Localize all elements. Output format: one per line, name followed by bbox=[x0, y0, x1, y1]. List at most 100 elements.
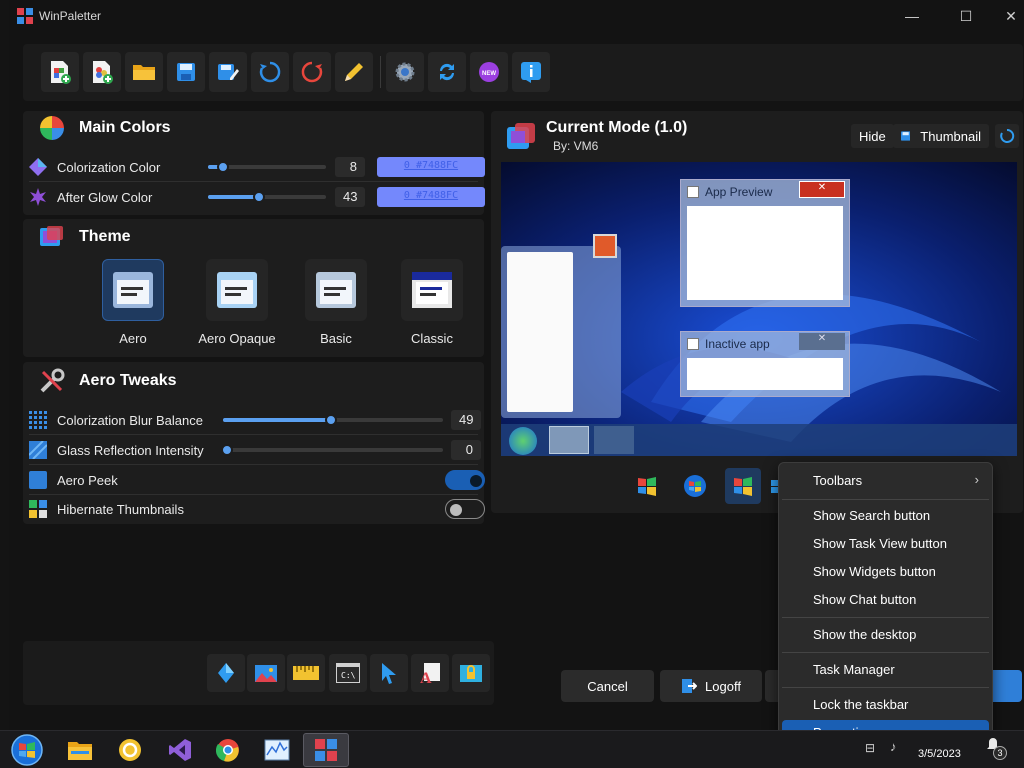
preview-start-orb-icon bbox=[509, 427, 537, 455]
theme-label-basic: Basic bbox=[320, 331, 352, 346]
logoff-icon bbox=[682, 679, 698, 693]
blur-slider-fill bbox=[223, 418, 331, 422]
aero-peek-toggle-knob bbox=[470, 475, 482, 487]
restore-button[interactable] bbox=[293, 52, 331, 92]
edit-button[interactable] bbox=[335, 52, 373, 92]
menu-item-show-desktop[interactable]: Show the desktop bbox=[782, 622, 989, 648]
save-button[interactable] bbox=[167, 52, 205, 92]
taskbar-visual-studio[interactable] bbox=[162, 733, 198, 767]
taskbar-winpaletter-active[interactable] bbox=[303, 733, 349, 767]
about-button[interactable] bbox=[512, 52, 550, 92]
performance-monitor-icon bbox=[264, 739, 290, 761]
minimize-button[interactable]: — bbox=[892, 4, 932, 28]
theme-option-aero-opaque[interactable] bbox=[206, 259, 268, 321]
save-as-button[interactable] bbox=[209, 52, 247, 92]
notification-count-badge: 3 bbox=[993, 746, 1007, 760]
bottom-tools-bar: C:\ A bbox=[23, 641, 494, 705]
network-icon[interactable]: ⊟ bbox=[865, 741, 875, 755]
theme-option-aero[interactable] bbox=[102, 259, 164, 321]
wallpaper-button[interactable] bbox=[247, 654, 285, 692]
fonts-button[interactable]: A bbox=[411, 654, 449, 692]
notifications-button[interactable]: 3 bbox=[986, 737, 1008, 761]
color-wheel-icon bbox=[40, 116, 64, 140]
hide-button[interactable]: Hide bbox=[851, 124, 894, 148]
colorization-color-picker[interactable]: 0 #7488FC bbox=[377, 157, 485, 177]
open-button[interactable] bbox=[125, 52, 163, 92]
blur-balance-value[interactable]: 49 bbox=[451, 410, 481, 430]
blur-slider-thumb[interactable] bbox=[324, 414, 337, 426]
sync-icon bbox=[439, 63, 455, 81]
aero-peek-row: Aero Peek bbox=[23, 466, 485, 494]
menu-item-show-search[interactable]: Show Search button bbox=[782, 503, 989, 529]
logoff-button[interactable]: Logoff bbox=[660, 670, 762, 702]
taskbar-performance-monitor[interactable] bbox=[259, 733, 295, 767]
afterglow-slider[interactable] bbox=[208, 191, 326, 203]
preview-refresh-button[interactable] bbox=[995, 124, 1019, 148]
svg-text:NEW: NEW bbox=[482, 71, 496, 77]
taskbar-norton[interactable] bbox=[112, 733, 148, 767]
start-orb-win7[interactable] bbox=[677, 468, 713, 504]
inactive-close-icon: ✕ bbox=[799, 333, 845, 350]
start-orb-win-xp[interactable] bbox=[629, 468, 665, 504]
reflection-slider-thumb[interactable] bbox=[221, 444, 234, 456]
menu-item-show-chat[interactable]: Show Chat button bbox=[782, 587, 989, 613]
thumbnail-button[interactable]: Thumbnail bbox=[893, 124, 989, 148]
menu-toolbars-label: Toolbars bbox=[813, 473, 863, 488]
sync-button[interactable] bbox=[428, 52, 466, 92]
glass-reflection-value[interactable]: 0 bbox=[451, 440, 481, 460]
cursors-button[interactable] bbox=[370, 654, 408, 692]
refresh-button[interactable] bbox=[251, 52, 289, 92]
command-prompt-button[interactable]: C:\ bbox=[329, 654, 367, 692]
new-from-template-button[interactable] bbox=[83, 52, 121, 92]
settings-button[interactable] bbox=[386, 52, 424, 92]
blur-balance-row: Colorization Blur Balance 49 bbox=[23, 406, 483, 434]
lock-screen-button[interactable] bbox=[452, 654, 490, 692]
close-button[interactable]: ✕ bbox=[991, 4, 1024, 28]
title-bar[interactable]: WinPaletter — ☐ ✕ bbox=[9, 0, 1024, 32]
menu-item-toolbars[interactable]: Toolbars › bbox=[782, 468, 989, 494]
theme-option-classic[interactable] bbox=[401, 259, 463, 321]
menu-item-show-widgets[interactable]: Show Widgets button bbox=[782, 559, 989, 585]
diamond-logo-icon bbox=[218, 663, 234, 683]
preview-refresh-icon bbox=[1000, 128, 1015, 143]
refresh-icon bbox=[259, 61, 281, 83]
colorization-color-row: Colorization Color 8 0 #7488FC bbox=[23, 153, 485, 181]
theme-option-basic[interactable] bbox=[305, 259, 367, 321]
afterglow-value[interactable]: 43 bbox=[335, 187, 365, 207]
aero-opaque-theme-icon bbox=[217, 272, 257, 308]
whats-new-button[interactable]: NEW bbox=[470, 52, 508, 92]
start-orb-vista-selected[interactable] bbox=[725, 468, 761, 504]
classic-theme-icon bbox=[412, 272, 452, 308]
menu-item-task-manager[interactable]: Task Manager bbox=[782, 657, 989, 683]
colorization-slider[interactable] bbox=[208, 161, 326, 173]
preview-taskbar-app bbox=[594, 426, 634, 454]
afterglow-slider-thumb[interactable] bbox=[252, 191, 265, 203]
windows-terminal-button[interactable] bbox=[207, 654, 245, 692]
thumbnail-save-icon bbox=[901, 131, 911, 141]
taskbar-file-explorer[interactable] bbox=[62, 733, 98, 767]
start-button[interactable] bbox=[8, 733, 46, 767]
fonts-icon: A bbox=[420, 663, 440, 685]
taskbar-date[interactable]: 3/5/2023 bbox=[918, 748, 961, 760]
aero-tweaks-panel: Aero Tweaks Colorization Blur Balance 49… bbox=[23, 362, 485, 524]
blur-balance-slider[interactable] bbox=[223, 414, 443, 426]
menu-item-show-taskview[interactable]: Show Task View button bbox=[782, 531, 989, 557]
apply-button-partial[interactable] bbox=[992, 670, 1022, 702]
colorization-value[interactable]: 8 bbox=[335, 157, 365, 177]
taskbar-chrome[interactable] bbox=[210, 733, 246, 767]
maximize-button[interactable]: ☐ bbox=[946, 4, 986, 28]
volume-icon[interactable]: ♪ bbox=[890, 739, 897, 754]
new-file-button[interactable] bbox=[41, 52, 79, 92]
colorization-slider-thumb[interactable] bbox=[217, 161, 230, 173]
aero-peek-toggle[interactable] bbox=[445, 470, 485, 490]
cancel-button[interactable]: Cancel bbox=[561, 670, 654, 702]
app-preview-window: App Preview ✕ bbox=[680, 179, 850, 307]
restore-icon bbox=[301, 61, 323, 83]
hibernate-thumbnails-toggle[interactable] bbox=[445, 499, 485, 519]
glass-reflection-slider[interactable] bbox=[221, 444, 443, 456]
metrics-button[interactable] bbox=[287, 654, 325, 692]
basic-theme-icon bbox=[316, 272, 356, 308]
aero-tweaks-title: Aero Tweaks bbox=[79, 372, 177, 389]
afterglow-color-picker[interactable]: 0 #7488FC bbox=[377, 187, 485, 207]
menu-item-lock-taskbar[interactable]: Lock the taskbar bbox=[782, 692, 989, 718]
